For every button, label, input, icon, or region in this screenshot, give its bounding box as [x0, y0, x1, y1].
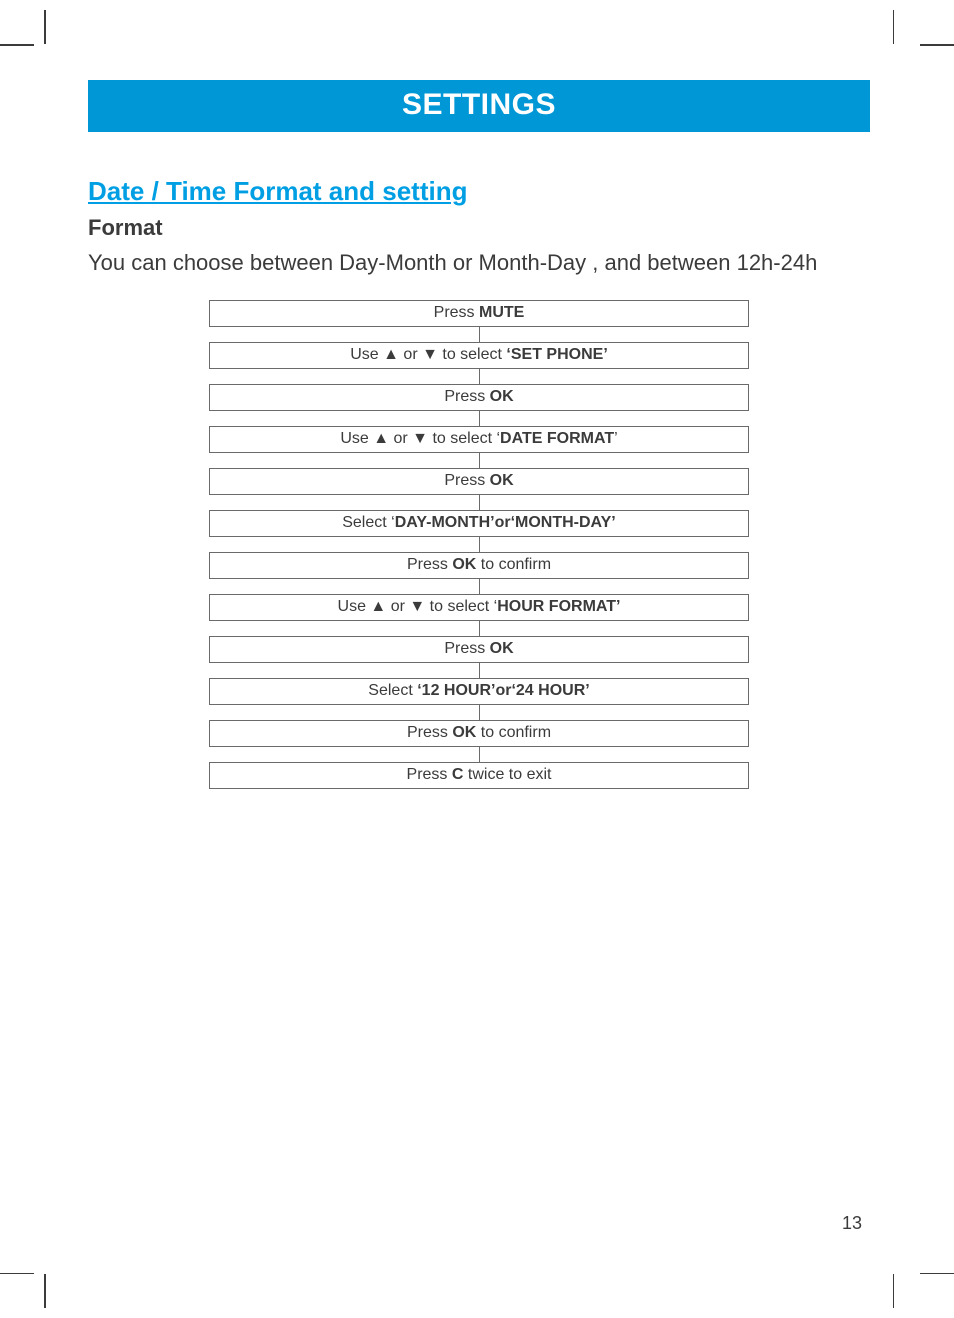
step-text-pre: Press: [444, 472, 489, 489]
step-text-post: to confirm: [476, 724, 551, 741]
step-text-bold: OK: [452, 556, 476, 573]
step-text-pre: Press: [407, 556, 452, 573]
flow-connector: [479, 411, 480, 426]
step-text-bold: DAY-MONTH’or‘MONTH-DAY’: [395, 514, 616, 531]
step-text-pre: Use ▲ or ▼ to select ‘: [340, 430, 500, 447]
crop-mark: [44, 1274, 46, 1308]
step-text-bold: OK: [490, 472, 514, 489]
flow-connector: [479, 579, 480, 594]
step-text-pre: Select: [368, 682, 417, 699]
flow-connector: [479, 327, 480, 342]
crop-mark: [44, 10, 46, 44]
crop-mark: [0, 1273, 34, 1275]
flow-connector: [479, 369, 480, 384]
subsection-heading: Format: [88, 215, 870, 241]
step-text-pre: Use ▲ or ▼ to select: [350, 346, 506, 363]
flowchart: Press MUTE Use ▲ or ▼ to select ‘SET PHON…: [209, 300, 749, 789]
crop-mark: [893, 10, 895, 44]
step-text-bold: C: [452, 766, 464, 783]
crop-mark: [893, 1274, 895, 1308]
flow-connector: [479, 621, 480, 636]
step-text-pre: Press: [407, 724, 452, 741]
step-text-pre: Select ‘: [342, 514, 394, 531]
flow-step: Press OK to confirm: [209, 552, 749, 579]
flow-step: Use ▲ or ▼ to select ‘HOUR FORMAT’: [209, 594, 749, 621]
flow-connector: [479, 453, 480, 468]
intro-text: You can choose between Day-Month or Mont…: [88, 249, 870, 278]
step-text-pre: Press: [434, 304, 479, 321]
flow-connector: [479, 537, 480, 552]
flow-connector: [479, 663, 480, 678]
step-text-pre: Press: [407, 766, 452, 783]
step-text-post: ’: [614, 430, 618, 447]
flow-step: Use ▲ or ▼ to select ‘DATE FORMAT’: [209, 426, 749, 453]
flow-step: Press C twice to exit: [209, 762, 749, 789]
crop-mark: [920, 44, 954, 46]
step-text-bold: ‘12 HOUR’or‘24 HOUR’: [417, 682, 589, 699]
flow-connector: [479, 705, 480, 720]
flow-step: Press OK: [209, 636, 749, 663]
page-content: SETTINGS Date / Time Format and setting …: [88, 80, 870, 789]
step-text-bold: OK: [490, 388, 514, 405]
section-title: Date / Time Format and setting: [88, 176, 870, 207]
step-text-post: to confirm: [476, 556, 551, 573]
flow-step: Press MUTE: [209, 300, 749, 327]
page-title-banner: SETTINGS: [88, 80, 870, 132]
flow-connector: [479, 747, 480, 762]
flow-step: Press OK: [209, 468, 749, 495]
flow-step: Use ▲ or ▼ to select ‘SET PHONE’: [209, 342, 749, 369]
crop-mark: [0, 44, 34, 46]
step-text-bold: OK: [490, 640, 514, 657]
step-text-bold: MUTE: [479, 304, 524, 321]
step-text-bold: HOUR FORMAT’: [497, 598, 620, 615]
flow-step: Select ‘DAY-MONTH’or‘MONTH-DAY’: [209, 510, 749, 537]
page-number: 13: [842, 1213, 862, 1234]
flow-step: Press OK to confirm: [209, 720, 749, 747]
step-text-bold: ‘SET PHONE’: [506, 346, 607, 363]
step-text-post: twice to exit: [463, 766, 551, 783]
step-text-pre: Use ▲ or ▼ to select ‘: [338, 598, 498, 615]
flow-connector: [479, 495, 480, 510]
flow-step: Press OK: [209, 384, 749, 411]
step-text-pre: Press: [444, 388, 489, 405]
step-text-bold: OK: [452, 724, 476, 741]
crop-mark: [920, 1273, 954, 1275]
step-text-pre: Press: [444, 640, 489, 657]
step-text-bold: DATE FORMAT: [500, 430, 614, 447]
flow-step: Select ‘12 HOUR’or‘24 HOUR’: [209, 678, 749, 705]
